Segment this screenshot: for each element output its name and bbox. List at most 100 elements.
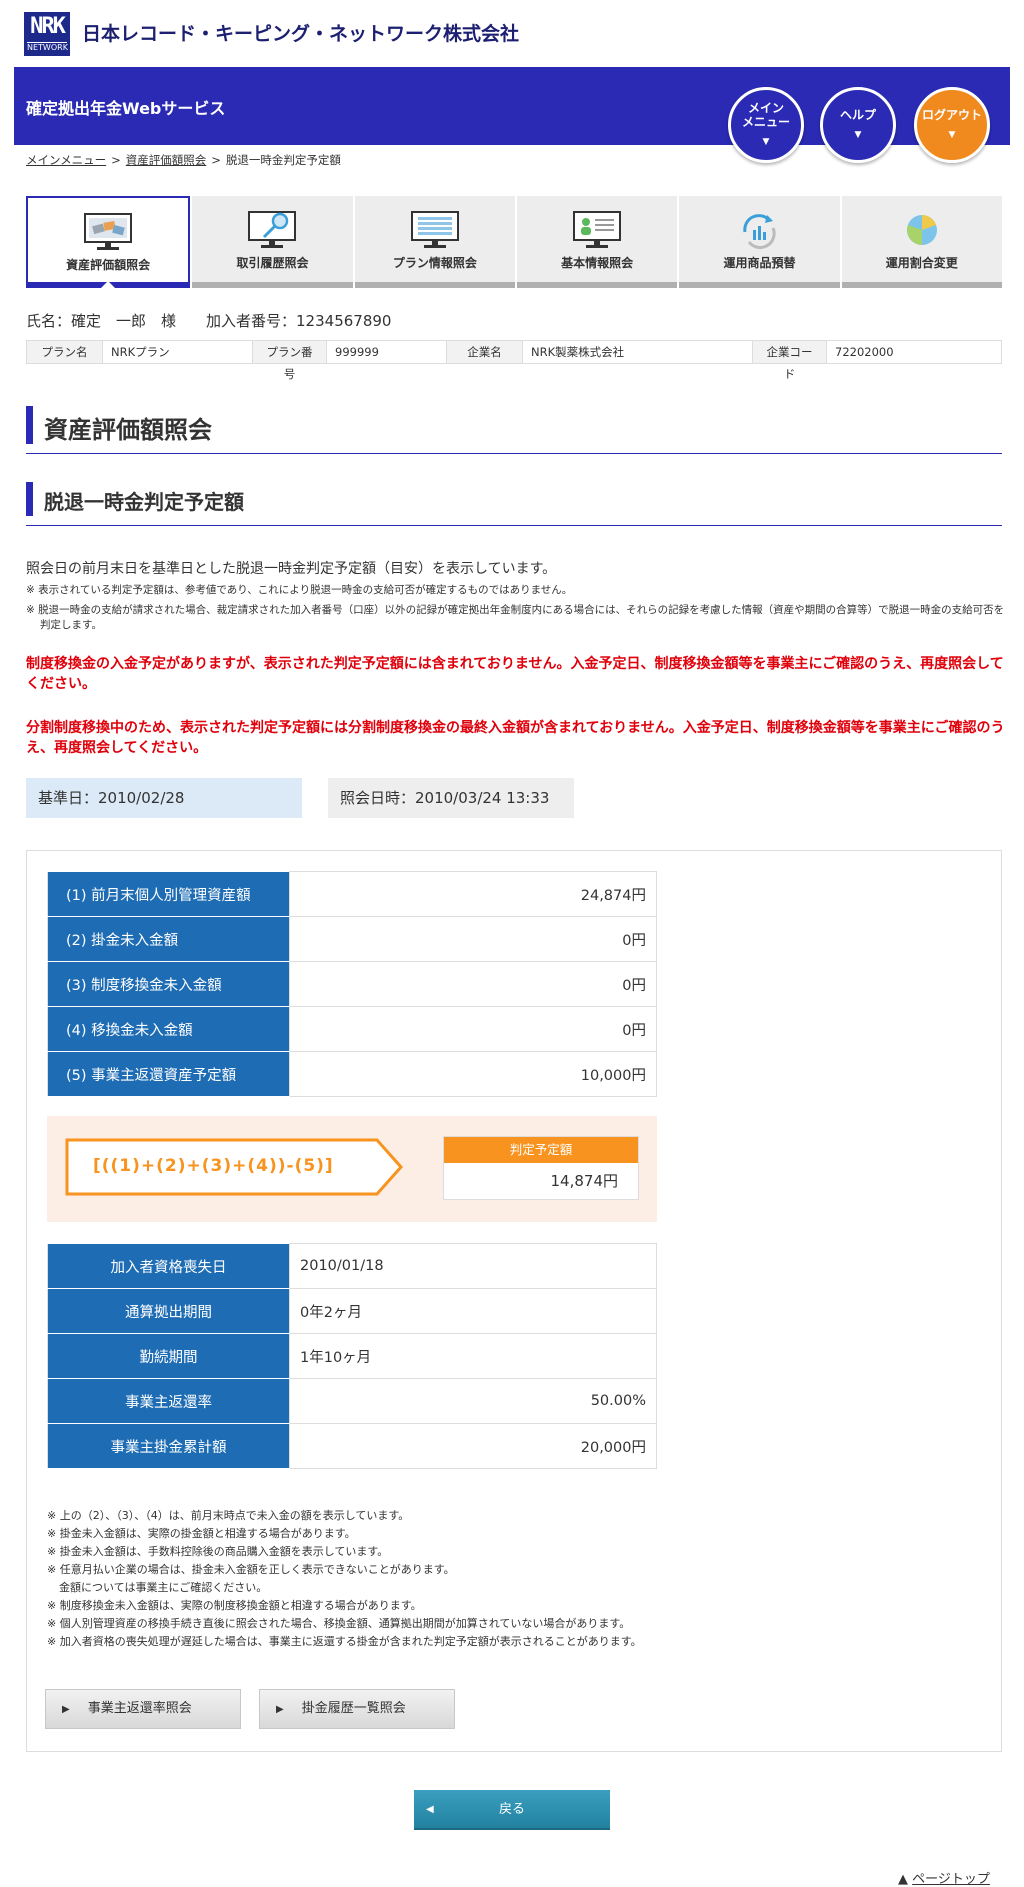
base-date: 基準日：2010/02/28	[26, 778, 302, 818]
user-name: 氏名：確定 一郎 様	[26, 312, 177, 330]
contribution-history-label: 掛金履歴一覧照会	[301, 1701, 406, 1716]
tab-label: プラン情報照会	[392, 256, 477, 270]
footnote: ※ 上の（2）、（3）、（4）は、前月末時点で未入金の額を表示しています。	[47, 1509, 410, 1522]
section-title-text: 脱退一時金判定予定額	[44, 490, 244, 514]
contribution-history-button[interactable]: ▶ 掛金履歴一覧照会	[259, 1689, 455, 1729]
breadcrumb-link-asset[interactable]: 資産評価額照会	[126, 153, 207, 167]
service-bar: 確定拠出年金Webサービス メイン メニュー ▼ ヘルプ ▼ ログアウト ▼	[14, 67, 1010, 163]
tab-transaction-history[interactable]: 取引履歴照会	[192, 196, 353, 288]
detail-label: 加入者資格喪失日	[47, 1243, 290, 1289]
refund-rate-label: 事業主返還率照会	[87, 1701, 192, 1716]
breadcrumb-separator: >	[211, 153, 221, 167]
detail-value: 0年2ヶ月	[289, 1288, 657, 1334]
amount-value: 10,000円	[289, 1051, 657, 1097]
plan-info-table: プラン名 NRKプラン プラン番号 999999 企業名 NRK製薬株式会社 企…	[26, 340, 1002, 381]
amounts-table: (1) 前月末個人別管理資産額 24,874円 (2) 掛金未入金額 0円 (3…	[47, 871, 657, 1097]
amount-label: (5) 事業主返還資産予定額	[47, 1051, 290, 1097]
page-top-label[interactable]: ページトップ	[912, 1872, 990, 1887]
table-row: (4) 移換金未入金額 0円	[47, 1006, 657, 1052]
logout-button[interactable]: ログアウト ▼	[914, 87, 990, 163]
refund-rate-button[interactable]: ▶ 事業主返還率照会	[45, 1689, 241, 1729]
monitor-person-icon	[573, 211, 622, 248]
refresh-chart-icon	[743, 214, 777, 249]
company-value: NRK製薬株式会社	[523, 341, 753, 363]
amount-label: (1) 前月末個人別管理資産額	[47, 871, 290, 917]
company-label: 企業名	[447, 341, 523, 363]
table-row: (5) 事業主返還資産予定額 10,000円	[47, 1051, 657, 1097]
inquiry-datetime: 照会日時：2010/03/24 13:33	[328, 778, 574, 818]
back-arrow-icon: ◀	[426, 1804, 434, 1815]
tab-basic-info[interactable]: 基本情報照会	[516, 196, 678, 288]
footnote-continuation: 金額については事業主にご確認ください。	[59, 1581, 268, 1594]
help-button[interactable]: ヘルプ ▼	[820, 87, 896, 163]
plan-number-label: プラン番号	[253, 341, 327, 381]
page-title-text: 資産評価額照会	[44, 416, 212, 444]
footnote: ※ 任意月払い企業の場合は、掛金未入金額を正しく表示できないことがあります。	[47, 1563, 455, 1576]
tab-product-switch[interactable]: 運用商品預替	[679, 196, 840, 288]
section-title: 脱退一時金判定予定額	[26, 482, 1002, 526]
alert-split-transfer: 分割制度移換中のため、表示された判定予定額には分割制度移換金の最終入金額が含まれ…	[26, 720, 1005, 756]
detail-value: 50.00%	[289, 1378, 657, 1424]
result-value: 14,874円	[550, 1172, 619, 1190]
table-row: (2) 掛金未入金額 0円	[47, 916, 657, 962]
result-box: 判定予定額 14,874円	[443, 1136, 639, 1200]
detail-value: 20,000円	[289, 1423, 657, 1469]
detail-label: 事業主掛金累計額	[47, 1423, 290, 1469]
footnote: ※ 掛金未入金額は、実際の掛金額と相違する場合があります。	[47, 1527, 356, 1540]
formula-text: [((1)+(2)+(3)+(4))-(5)]	[93, 1156, 334, 1176]
chevron-down-icon: ▼	[854, 130, 862, 140]
back-button[interactable]: ◀ 戻る	[414, 1790, 610, 1830]
breadcrumb-link-main-menu[interactable]: メインメニュー	[26, 153, 106, 167]
detail-label: 事業主返還率	[47, 1378, 290, 1424]
monitor-list-icon	[410, 211, 459, 248]
tab-label: 資産評価額照会	[66, 258, 151, 272]
service-title: 確定拠出年金Webサービス	[26, 99, 226, 118]
nrk-logo: NRK NETWORK	[24, 12, 70, 56]
tab-label: 取引履歴照会	[236, 256, 309, 270]
main-menu-label-2: メニュー	[741, 115, 790, 129]
main-menu-button[interactable]: メイン メニュー ▼	[728, 87, 804, 163]
logout-label: ログアウト	[921, 108, 982, 122]
plan-name-label: プラン名	[27, 341, 103, 363]
amount-value: 24,874円	[289, 871, 657, 917]
note-reference: ※ 表示されている判定予定額は、参考値であり、これにより脱退一時金の支給可否が確…	[26, 584, 573, 596]
result-label: 判定予定額	[444, 1137, 638, 1163]
details-table: 加入者資格喪失日 2010/01/18 通算拠出期間 0年2ヶ月 勤続期間 1年…	[47, 1243, 657, 1469]
breadcrumb-separator: >	[111, 153, 121, 167]
company-code-value: 72202000	[835, 345, 894, 359]
chevron-down-icon: ▼	[948, 130, 956, 140]
amount-label: (4) 移換金未入金額	[47, 1006, 290, 1052]
tab-label: 運用商品預替	[723, 256, 796, 270]
tab-label: 基本情報照会	[561, 256, 634, 270]
amount-value: 0円	[289, 961, 657, 1007]
detail-label: 通算拠出期間	[47, 1288, 290, 1334]
help-label: ヘルプ	[839, 108, 876, 122]
table-row: 加入者資格喪失日 2010/01/18	[47, 1243, 657, 1289]
tab-plan-info[interactable]: プラン情報照会	[354, 196, 515, 288]
table-row: (1) 前月末個人別管理資産額 24,874円	[47, 871, 657, 917]
plan-name-value: NRKプラン	[103, 341, 253, 363]
formula-box: [((1)+(2)+(3)+(4))-(5)] 判定予定額 14,874円	[47, 1116, 657, 1222]
play-arrow-icon: ▶	[62, 1704, 70, 1715]
table-row: 勤続期間 1年10ヶ月	[47, 1333, 657, 1379]
tab-allocation-change[interactable]: 運用割合変更	[841, 196, 1002, 288]
logo-text: NRK	[30, 14, 66, 39]
chevron-down-icon: ▼	[762, 137, 770, 147]
tab-asset-valuation[interactable]: 資産評価額照会	[26, 196, 191, 288]
detail-value: 1年10ヶ月	[289, 1333, 657, 1379]
detail-value: 2010/01/18	[289, 1243, 657, 1289]
footnote: ※ 掛金未入金額は、手数料控除後の商品購入金額を表示しています。	[47, 1545, 389, 1558]
amount-label: (3) 制度移換金未入金額	[47, 961, 290, 1007]
intro-text: 照会日の前月末日を基準日とした脱退一時金判定予定額（目安）を表示しています。	[26, 561, 557, 577]
footnote: ※ 加入者資格の喪失処理が遅延した場合は、事業主に返還する掛金が含まれた判定予定…	[47, 1635, 642, 1648]
back-label: 戻る	[498, 1802, 525, 1817]
amount-value: 0円	[289, 1006, 657, 1052]
page-top-link[interactable]: ▲ ページトップ	[898, 1868, 990, 1887]
footnote: ※ 制度移換金未入金額は、実際の制度移換金額と相違する場合があります。	[47, 1599, 422, 1612]
footnote: ※ 個人別管理資産の移換手続き直後に照会された場合、移換金額、通算拠出期間が加算…	[47, 1617, 631, 1630]
monitor-money-icon	[84, 213, 133, 250]
company-name: 日本レコード・キーピング・ネットワーク株式会社	[82, 23, 520, 45]
title-bar	[26, 482, 33, 516]
page-title: 資産評価額照会	[26, 406, 1002, 454]
footnotes: ※ 上の（2）、（3）、（4）は、前月末時点で未入金の額を表示しています。 ※ …	[47, 1507, 977, 1651]
